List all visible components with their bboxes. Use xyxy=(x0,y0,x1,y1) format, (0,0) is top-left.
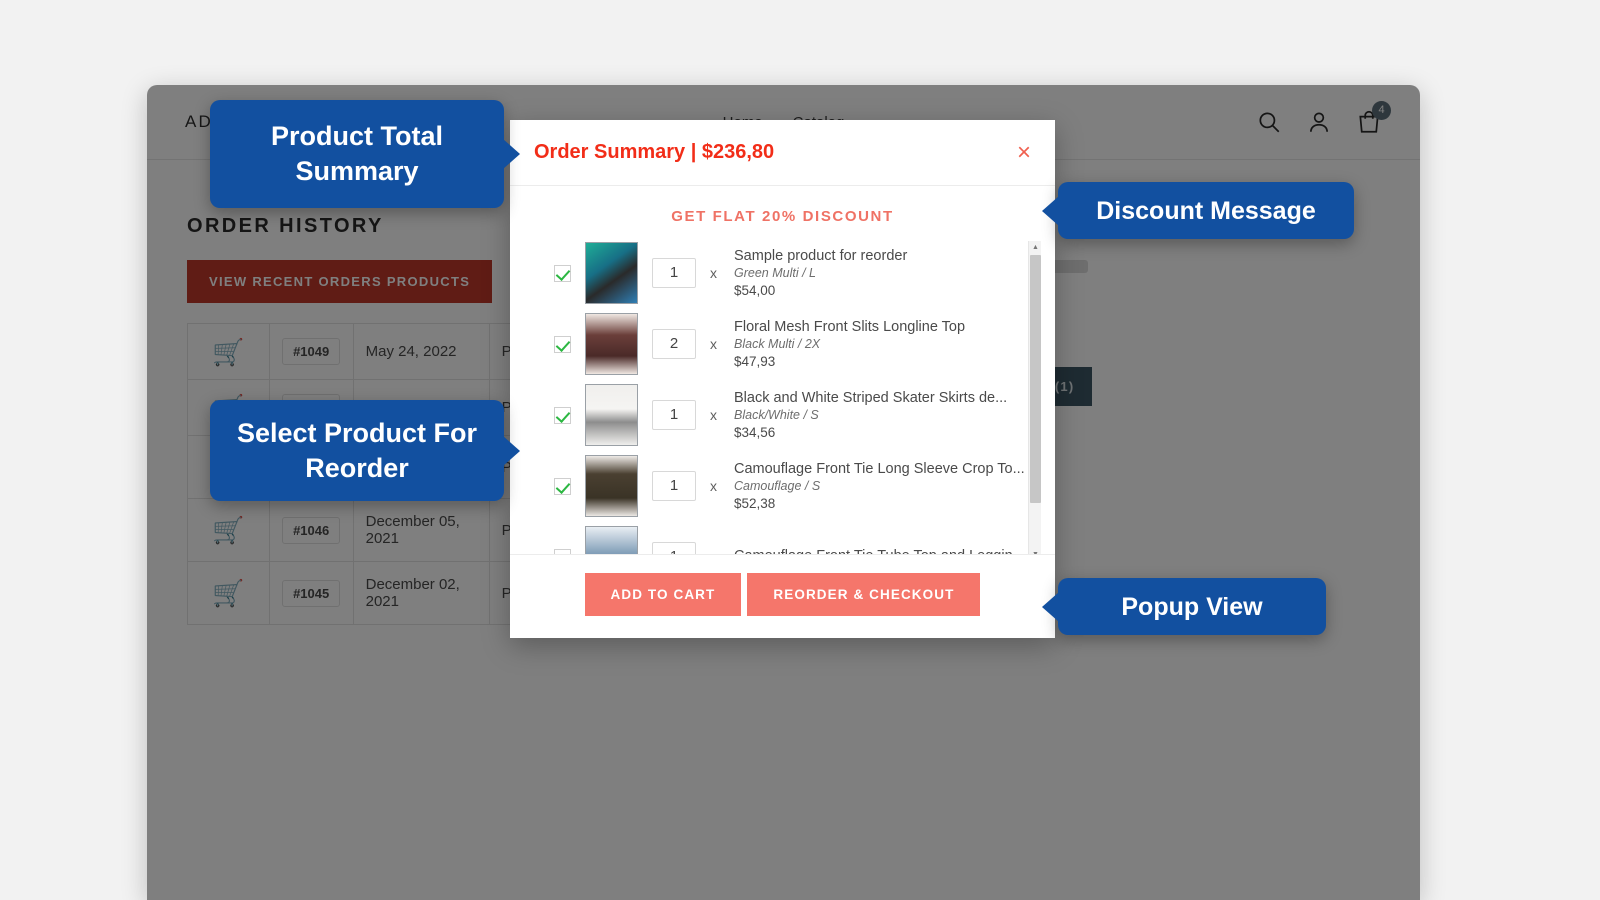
callout-select-product-for-reorder: Select Product For Reorder xyxy=(210,400,504,501)
product-info: Camouflage Front Tie Long Sleeve Crop To… xyxy=(734,460,1025,513)
product-list-scrollbar[interactable]: ▲ ▼ xyxy=(1028,241,1041,554)
multiplier-label: x xyxy=(710,549,720,554)
product-info: Sample product for reorderGreen Multi / … xyxy=(734,247,1025,300)
product-name: Camouflage Front Tie Tube Top and Leggin… xyxy=(734,547,1025,554)
product-thumbnail xyxy=(585,384,638,446)
scroll-up-icon[interactable]: ▲ xyxy=(1029,241,1042,254)
reorder-and-checkout-button[interactable]: REORDER & CHECKOUT xyxy=(747,573,980,616)
product-info: Camouflage Front Tie Tube Top and Leggin… xyxy=(734,547,1025,554)
multiplier-label: x xyxy=(710,478,720,494)
product-select-checkbox[interactable] xyxy=(554,549,571,555)
quantity-input[interactable]: 1 xyxy=(652,471,696,501)
product-info: Black and White Striped Skater Skirts de… xyxy=(734,389,1025,442)
quantity-input[interactable]: 2 xyxy=(652,329,696,359)
product-select-checkbox[interactable] xyxy=(554,265,571,282)
multiplier-label: x xyxy=(710,336,720,352)
quantity-input[interactable]: 1 xyxy=(652,400,696,430)
product-name: Floral Mesh Front Slits Longline Top xyxy=(734,318,1025,337)
product-thumbnail xyxy=(585,313,638,375)
product-price: $34,56 xyxy=(734,424,1025,441)
product-variant: Green Multi / L xyxy=(734,265,1025,281)
product-price: $47,93 xyxy=(734,353,1025,370)
scroll-down-icon[interactable]: ▼ xyxy=(1029,548,1042,554)
product-thumbnail xyxy=(585,242,638,304)
callout-product-total-summary: Product Total Summary xyxy=(210,100,504,208)
close-icon[interactable]: × xyxy=(1017,141,1031,165)
product-list-item[interactable]: 2x Floral Mesh Front Slits Longline TopBl… xyxy=(554,312,1025,376)
modal-header: Order Summary | $236,80 × xyxy=(510,120,1055,186)
modal-footer: ADD TO CART REORDER & CHECKOUT xyxy=(510,554,1055,638)
product-name: Black and White Striped Skater Skirts de… xyxy=(734,389,1025,408)
multiplier-label: x xyxy=(710,265,720,281)
product-price: $54,00 xyxy=(734,282,1025,299)
product-thumbnail xyxy=(585,526,638,554)
product-list-item[interactable]: 1x Sample product for reorderGreen Multi … xyxy=(554,241,1025,305)
product-list-item[interactable]: 1x Camouflage Front Tie Long Sleeve Crop … xyxy=(554,454,1025,518)
multiplier-label: x xyxy=(710,407,720,423)
scrollbar-thumb[interactable] xyxy=(1030,255,1041,503)
product-select-checkbox[interactable] xyxy=(554,407,571,424)
order-summary-modal: Order Summary | $236,80 × GET FLAT 20% D… xyxy=(510,120,1055,638)
product-info: Floral Mesh Front Slits Longline TopBlac… xyxy=(734,318,1025,371)
product-select-checkbox[interactable] xyxy=(554,478,571,495)
callout-popup-view: Popup View xyxy=(1058,578,1326,635)
quantity-input[interactable]: 1 xyxy=(652,258,696,288)
screenshot-stage: ADVANCED REORDER Home Catalog xyxy=(0,0,1600,900)
product-list-item[interactable]: 1x Black and White Striped Skater Skirts … xyxy=(554,383,1025,447)
product-list-item[interactable]: 1 x Camouflage Front Tie Tube Top and Legg… xyxy=(554,525,1025,554)
product-price: $52,38 xyxy=(734,495,1025,512)
product-thumbnail xyxy=(585,455,638,517)
add-to-cart-button[interactable]: ADD TO CART xyxy=(585,573,742,616)
product-select-checkbox[interactable] xyxy=(554,336,571,353)
product-variant: Black/White / S xyxy=(734,407,1025,423)
modal-title: Order Summary | $236,80 xyxy=(534,141,774,164)
quantity-input[interactable]: 1 xyxy=(652,542,696,554)
discount-message: GET FLAT 20% DISCOUNT xyxy=(510,202,1055,241)
product-name: Sample product for reorder xyxy=(734,247,1025,266)
callout-discount-message: Discount Message xyxy=(1058,182,1354,239)
product-list: 1xSample product for reorderGreen Multi … xyxy=(510,241,1055,554)
product-variant: Camouflage / S xyxy=(734,478,1025,494)
modal-body: GET FLAT 20% DISCOUNT 1xSample product f… xyxy=(510,186,1055,554)
product-variant: Black Multi / 2X xyxy=(734,336,1025,352)
product-name: Camouflage Front Tie Long Sleeve Crop To… xyxy=(734,460,1025,479)
